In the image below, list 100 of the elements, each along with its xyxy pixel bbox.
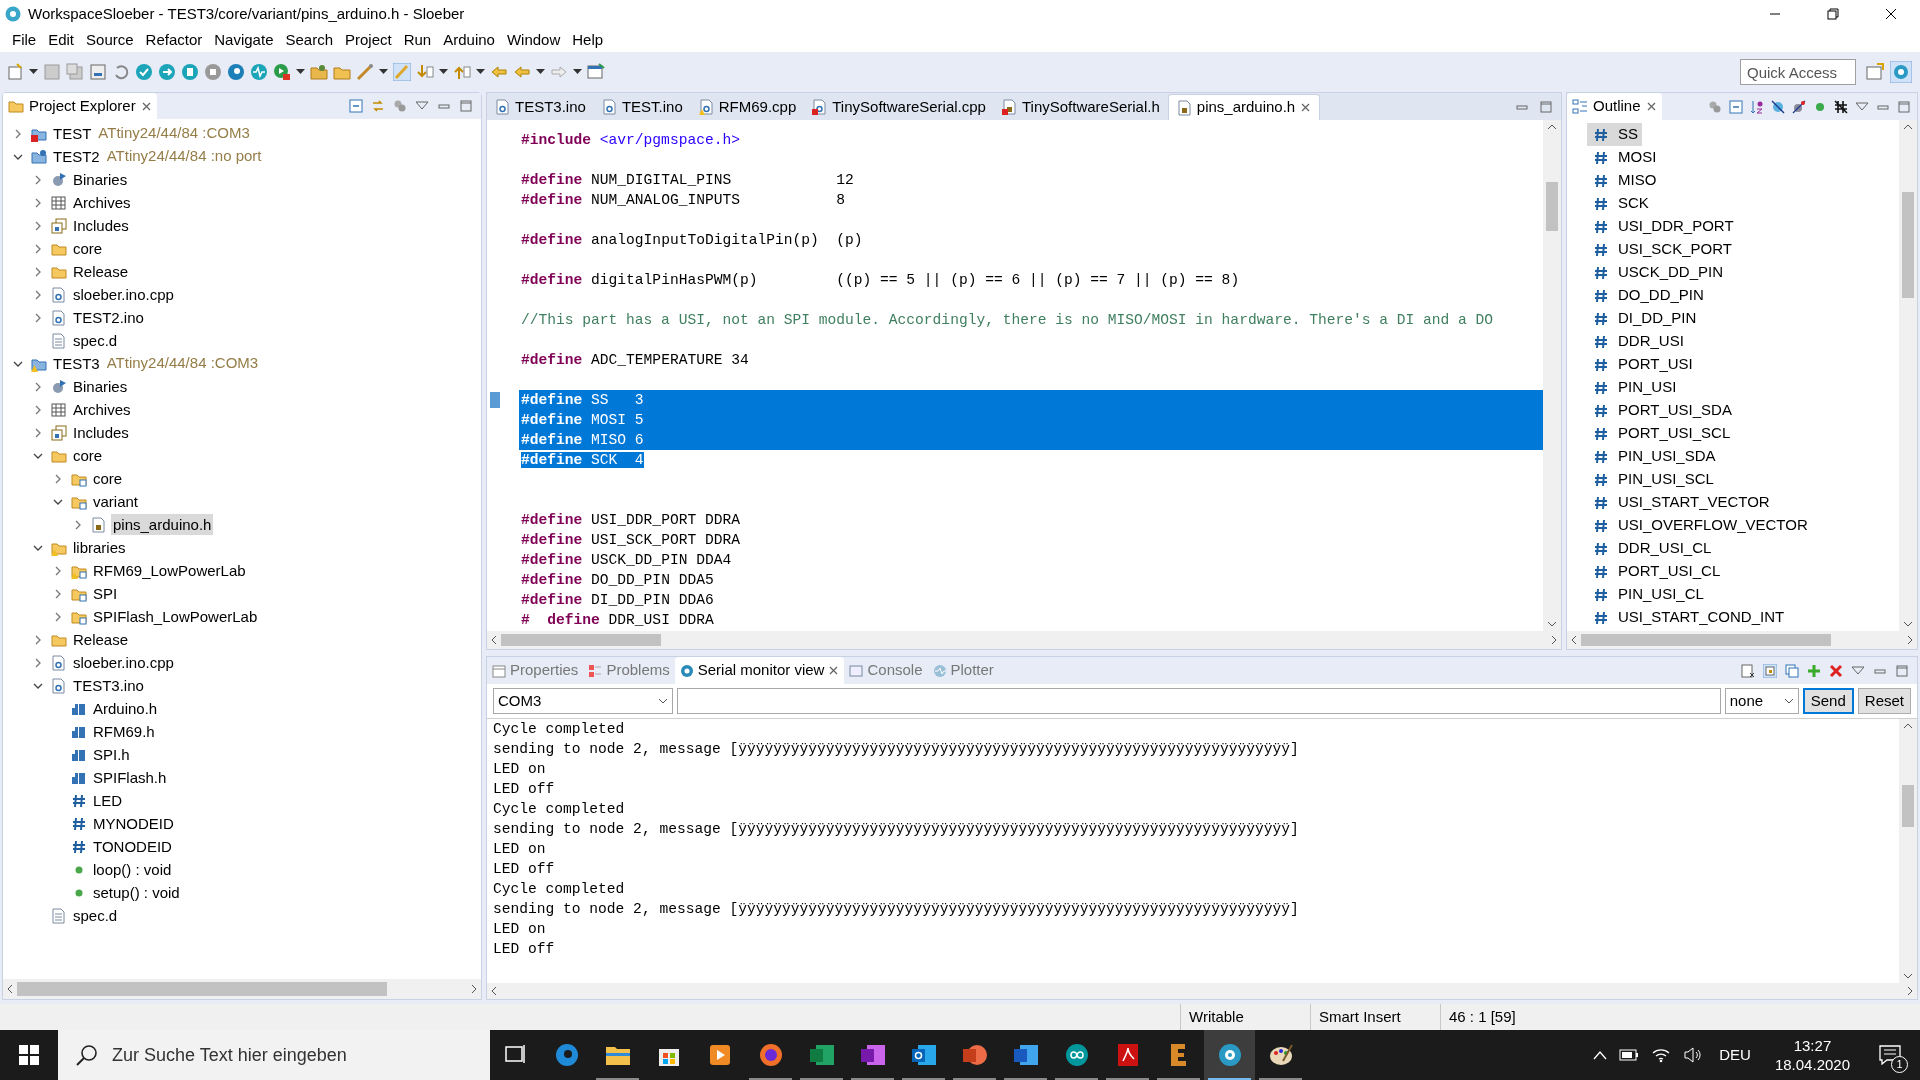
outline-item[interactable]: PIN_USI_CL xyxy=(1587,583,1708,606)
tree-item[interactable]: Includes xyxy=(71,215,131,236)
clear-icon[interactable] xyxy=(1741,663,1755,678)
outline-item[interactable]: DI_DD_PIN xyxy=(1587,307,1701,330)
copy-icon[interactable] xyxy=(1785,663,1799,678)
scroll-down-icon[interactable] xyxy=(1547,619,1557,629)
tree-item[interactable]: core xyxy=(71,445,105,466)
menu-item[interactable]: File xyxy=(6,28,43,52)
scroll-up-icon[interactable] xyxy=(1547,122,1557,132)
caret-icon[interactable] xyxy=(439,69,448,75)
notification-button[interactable]: 1 xyxy=(1870,1035,1910,1075)
view-tab[interactable]: Serial monitor view xyxy=(674,657,845,684)
chevron-up-icon[interactable] xyxy=(1593,1050,1608,1060)
arrow-right-icon[interactable] xyxy=(158,63,176,81)
outline-item[interactable]: USI_START_VECTOR xyxy=(1587,491,1774,514)
menu-item[interactable]: Edit xyxy=(42,28,81,52)
outline-item[interactable]: PIN_USI_SDA xyxy=(1587,445,1720,468)
view-tab[interactable]: Console xyxy=(844,657,928,684)
close-icon[interactable] xyxy=(1885,8,1897,20)
outline-item[interactable]: PORT_USI_CL xyxy=(1587,560,1725,583)
down-arrow-icon[interactable] xyxy=(416,63,434,81)
filter-icon[interactable] xyxy=(1708,99,1722,114)
plus-icon[interactable] xyxy=(1807,663,1821,678)
outline-item[interactable]: PIN_USI xyxy=(1587,376,1681,399)
tree-item[interactable]: spec.d xyxy=(71,905,120,926)
tree-item[interactable]: pins_arduino.h xyxy=(111,514,214,535)
new-file-icon[interactable] xyxy=(6,63,24,81)
quick-access-field[interactable]: Quick Access xyxy=(1740,59,1856,85)
tree-item[interactable]: Binaries xyxy=(71,169,130,190)
restore-icon[interactable] xyxy=(1827,8,1839,20)
caret-icon[interactable] xyxy=(296,69,305,75)
waveform-icon[interactable] xyxy=(250,63,268,81)
hide-fields-icon[interactable] xyxy=(1771,99,1785,114)
tree-item[interactable]: core xyxy=(71,238,105,259)
collapse-all-icon[interactable] xyxy=(1729,99,1743,114)
refresh-icon[interactable] xyxy=(112,63,130,81)
scroll-left-icon[interactable] xyxy=(5,984,15,994)
scroll-up-icon[interactable] xyxy=(1903,122,1913,132)
tree-item[interactable]: variant xyxy=(91,491,141,512)
outline-item[interactable]: PORT_USI_SCL xyxy=(1587,422,1735,445)
caret-icon[interactable] xyxy=(536,69,545,75)
serial-button[interactable]: Reset xyxy=(1857,688,1911,714)
remove-icon[interactable] xyxy=(1829,663,1843,678)
volume-icon[interactable] xyxy=(1683,1047,1704,1063)
check-icon[interactable] xyxy=(135,63,153,81)
maximize-icon[interactable] xyxy=(1895,663,1909,678)
tree-item[interactable]: SPIFlash.h xyxy=(91,767,169,788)
menu-item[interactable]: Navigate xyxy=(208,28,280,52)
tree-item[interactable]: TEST2.ino xyxy=(71,307,146,328)
tree-item[interactable]: SPIFlash_LowPowerLab xyxy=(91,606,260,627)
outline-item[interactable]: MOSI xyxy=(1587,146,1661,169)
taskbar-search-field[interactable]: Zur Suche Text hier eingeben xyxy=(58,1030,490,1080)
editor-tab[interactable]: pins_arduino.h xyxy=(1167,94,1321,120)
tree-item[interactable]: core xyxy=(91,468,125,489)
tree-item[interactable]: SPI xyxy=(91,583,120,604)
tree-item[interactable]: Includes xyxy=(71,422,131,443)
port-dropdown[interactable]: COM3 xyxy=(493,688,673,714)
menu-item[interactable]: Source xyxy=(80,28,140,52)
scroll-lock-icon[interactable] xyxy=(1763,663,1777,678)
wand-icon[interactable] xyxy=(356,63,374,81)
clock[interactable]: 13:27 18.04.2020 xyxy=(1766,1036,1858,1074)
view-tab[interactable]: Problems xyxy=(583,657,675,684)
tree-item[interactable]: MYNODEID xyxy=(91,813,176,834)
outline-item[interactable]: DO_DD_PIN xyxy=(1587,284,1708,307)
tree-item[interactable]: sloeber.ino.cpp xyxy=(71,284,176,305)
link-icon[interactable] xyxy=(371,99,385,113)
sort-icon[interactable] xyxy=(1750,99,1764,114)
panel-tab[interactable]: Outline xyxy=(1567,93,1662,120)
scroll-left-icon[interactable] xyxy=(1569,635,1579,645)
menu-item[interactable]: Window xyxy=(500,28,567,52)
tree-item[interactable]: setup() : void xyxy=(91,882,182,903)
tree-item[interactable]: sloeber.ino.cpp xyxy=(71,652,176,673)
tree-item[interactable]: RFM69.h xyxy=(91,721,157,742)
disk-icon[interactable] xyxy=(204,63,222,81)
wifi-icon[interactable] xyxy=(1651,1047,1672,1063)
outline-item[interactable]: PORT_USI xyxy=(1587,353,1697,376)
outline-item[interactable]: USI_SCK_PORT xyxy=(1587,238,1736,261)
tree-item[interactable]: Binaries xyxy=(71,376,130,397)
tree-item[interactable]: TEST3.ino xyxy=(71,675,146,696)
panel-tab[interactable]: Project Explorer xyxy=(3,93,157,119)
caret-icon[interactable] xyxy=(476,69,485,75)
tree-item[interactable]: spec.d xyxy=(71,330,120,351)
tree-item[interactable]: loop() : void xyxy=(91,859,174,880)
tree-item[interactable]: Arduino.h xyxy=(91,698,160,719)
outline-item[interactable]: USI_OVERFLOW_VECTOR xyxy=(1587,514,1812,537)
back-arrow-icon[interactable] xyxy=(513,63,531,81)
outline-item[interactable]: SCK xyxy=(1587,192,1653,215)
tree-item[interactable]: Release xyxy=(71,629,131,650)
tree-item[interactable]: TEST2 xyxy=(51,146,102,167)
scroll-left-icon[interactable] xyxy=(489,986,499,996)
document-icon[interactable] xyxy=(181,63,199,81)
scroll-right-icon[interactable] xyxy=(469,984,479,994)
tree-item[interactable]: SPI.h xyxy=(91,744,132,765)
view-tab[interactable]: Plotter xyxy=(927,657,999,684)
scroll-down-icon[interactable] xyxy=(1903,619,1913,629)
outline-item[interactable]: PORT_USI_SDA xyxy=(1587,399,1736,422)
outline-item[interactable]: MISO xyxy=(1587,169,1661,192)
view-tab[interactable]: Properties xyxy=(487,657,584,684)
outline-item[interactable]: USCK_DD_PIN xyxy=(1587,261,1728,284)
outline-item[interactable]: DDR_USI xyxy=(1587,330,1688,353)
